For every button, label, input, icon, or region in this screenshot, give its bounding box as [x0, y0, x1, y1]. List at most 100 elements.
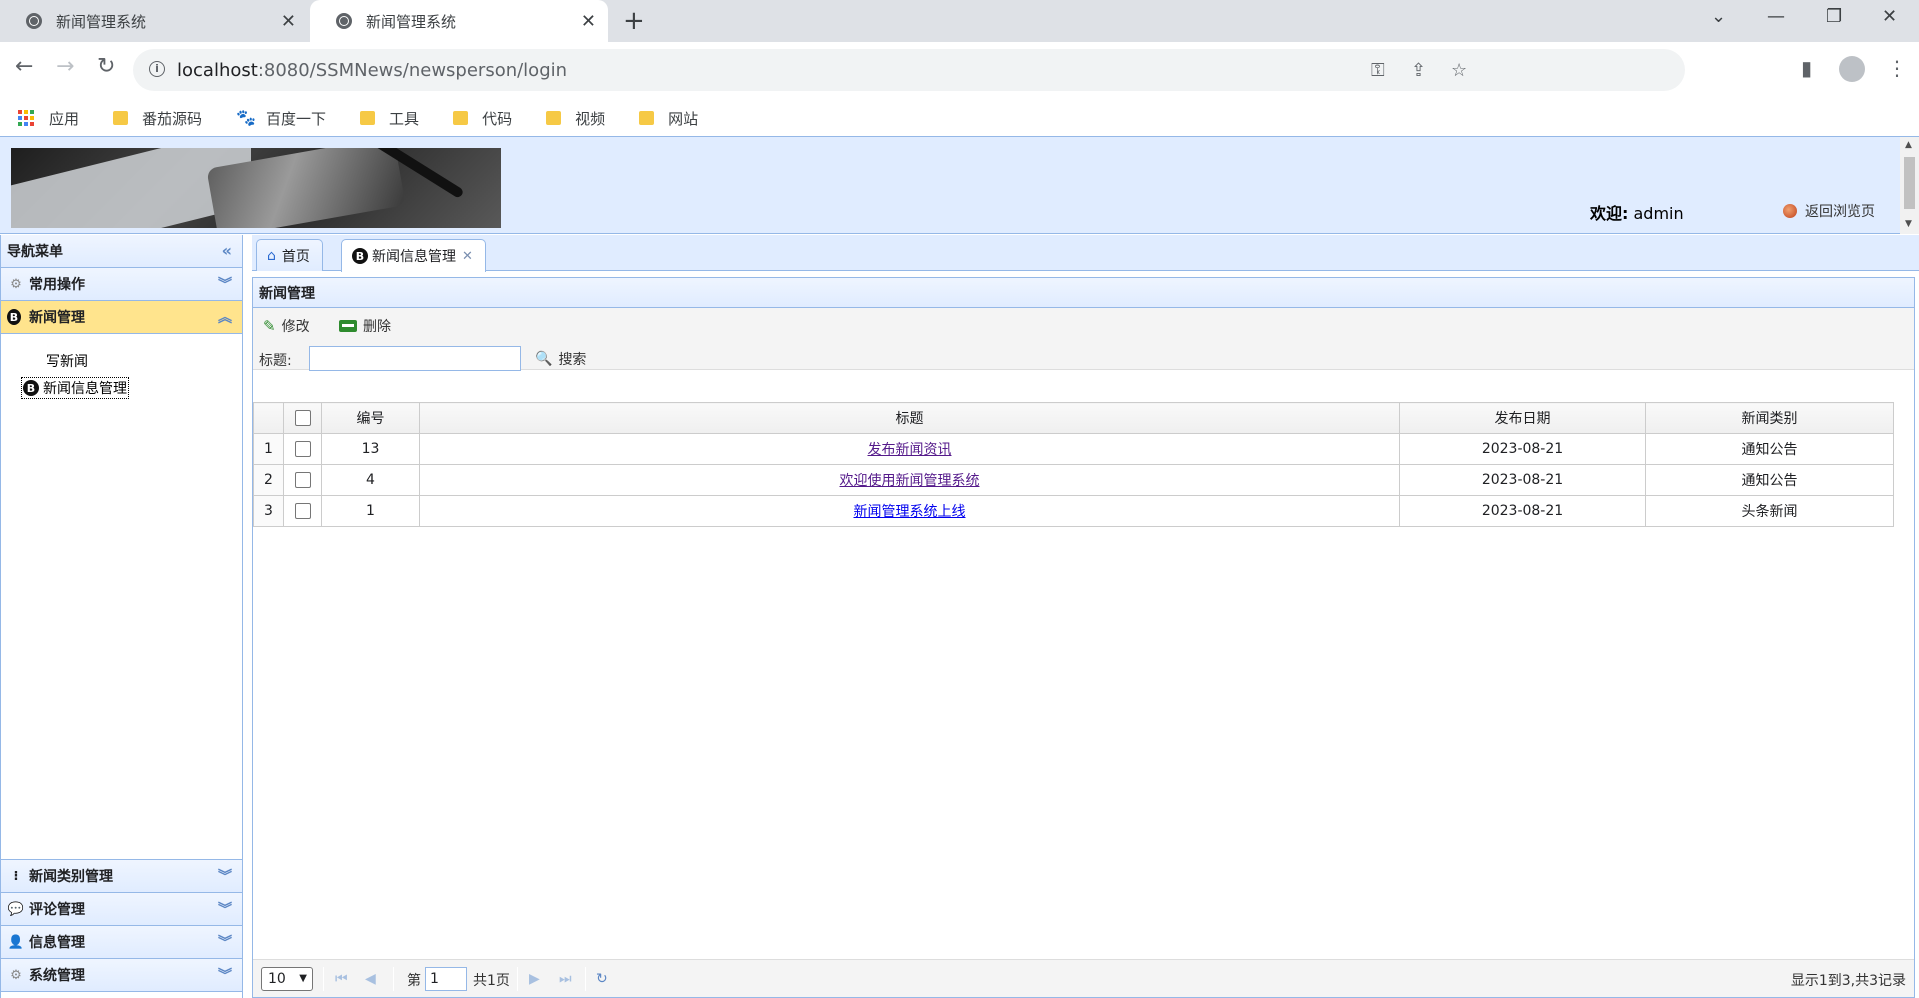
reload-icon[interactable]: ↻ — [97, 54, 115, 79]
nav-item-write-news[interactable]: 写新闻 — [46, 351, 88, 371]
page-scrollbar[interactable]: ▲ ▼ — [1900, 137, 1919, 234]
browser-tab-1[interactable]: 新闻管理系统 ✕ — [0, 0, 308, 42]
bookmark-baidu[interactable]: 🐾 百度一下 — [236, 108, 326, 129]
page-size-value: 10 — [268, 971, 286, 987]
tab-news-info-manage[interactable]: B 新闻信息管理 ✕ — [341, 239, 486, 272]
new-tab-button[interactable]: + — [623, 6, 645, 36]
forward-arrow-icon[interactable]: → — [56, 54, 74, 79]
page-size-select[interactable]: 10 ▼ — [261, 967, 313, 991]
key-icon[interactable]: ⚿ — [1371, 60, 1385, 81]
expand-down-icon[interactable]: ︾ — [218, 899, 232, 919]
bookmark-folder[interactable]: 视频 — [546, 108, 605, 129]
scrollbar-thumb[interactable] — [1904, 157, 1915, 209]
last-page-icon[interactable]: ⏭ — [559, 971, 572, 987]
collapse-up-icon[interactable]: ︽ — [218, 307, 232, 327]
profile-avatar[interactable] — [1839, 56, 1865, 82]
scroll-up-icon[interactable]: ▲ — [1905, 140, 1912, 150]
close-tab-icon[interactable]: ✕ — [281, 11, 296, 32]
page-number-input[interactable]: 1 — [425, 967, 467, 991]
restore-button[interactable]: ❐ — [1826, 6, 1842, 27]
table-row[interactable]: 3 1 新闻管理系统上线 2023-08-21 头条新闻 — [253, 495, 1894, 527]
back-to-browse-link[interactable]: 返回浏览页 — [1783, 201, 1875, 221]
nav-section-system[interactable]: ⚙ 系统管理 ︾ — [1, 959, 242, 992]
nav-section-label: 新闻类别管理 — [29, 869, 113, 885]
address-bar[interactable]: i localhost:8080/SSMNews/newsperson/logi… — [133, 49, 1685, 91]
prev-page-icon[interactable]: ◀ — [365, 971, 376, 987]
next-page-icon[interactable]: ▶ — [529, 971, 540, 987]
delete-button[interactable]: 删除 — [339, 316, 391, 336]
bookmark-folder[interactable]: 番茄源码 — [113, 108, 202, 129]
bookmark-star-icon[interactable]: ☆ — [1451, 60, 1467, 81]
tab-home[interactable]: ⌂ 首页 — [256, 239, 323, 271]
select-all-checkbox[interactable] — [294, 410, 311, 426]
edit-button[interactable]: ✎ 修改 — [263, 316, 310, 336]
browser-tab-2[interactable]: 新闻管理系统 ✕ — [310, 0, 608, 42]
nav-section-comment[interactable]: 💬 评论管理 ︾ — [1, 893, 242, 926]
folder-icon — [453, 111, 469, 125]
expand-down-icon[interactable]: ︾ — [218, 866, 232, 886]
cell-date: 2023-08-21 — [1399, 495, 1646, 527]
row-checkbox[interactable] — [294, 472, 311, 488]
panel-tabs: ⌂ 首页 B 新闻信息管理 ✕ — [252, 235, 1919, 272]
search-button[interactable]: 🔍 搜索 — [535, 349, 586, 369]
tab-search-chevron-icon[interactable]: ⌄ — [1711, 6, 1726, 27]
row-checkbox[interactable] — [294, 441, 311, 457]
nav-section-common[interactable]: ⚙ 常用操作 ︾ — [1, 268, 242, 301]
nav-section-label: 新闻管理 — [29, 310, 85, 326]
news-title-link[interactable]: 新闻管理系统上线 — [854, 504, 966, 520]
column-header-title[interactable]: 标题 — [419, 402, 1400, 434]
news-title-link[interactable]: 欢迎使用新闻管理系统 — [840, 473, 980, 489]
pencil-icon: ✎ — [263, 317, 276, 335]
blog-b-icon: B — [7, 308, 25, 326]
nav-section-info[interactable]: 👤 信息管理 ︾ — [1, 926, 242, 959]
pagination-bar: 10 ▼ ⏮ ◀ 第 1 共1页 ▶ ⏭ ↻ 显示1到3,共3记录 — [253, 959, 1914, 997]
collapse-left-icon[interactable]: « — [222, 241, 232, 260]
cell-id: 13 — [321, 433, 420, 465]
page-content: 欢迎: admin 返回浏览页 ▲ ▼ 导航菜单 « ⚙ 常用操作 ︾ B 新闻… — [0, 136, 1919, 998]
page-prefix-label: 第 — [407, 973, 421, 989]
search-title-input[interactable] — [309, 346, 521, 371]
bookmark-folder[interactable]: 代码 — [453, 108, 512, 129]
column-header-category[interactable]: 新闻类别 — [1645, 402, 1894, 434]
bookmark-label: 网站 — [668, 109, 699, 128]
bookmark-label: 代码 — [482, 109, 513, 128]
nav-section-label: 常用操作 — [29, 277, 85, 293]
nav-section-category[interactable]: ⁝ 新闻类别管理 ︾ — [1, 860, 242, 893]
bookmark-folder[interactable]: 工具 — [360, 108, 419, 129]
nav-item-label: 新闻信息管理 — [43, 381, 127, 397]
nav-item-news-info-manage[interactable]: B 新闻信息管理 — [21, 377, 129, 399]
minimize-button[interactable]: — — [1767, 6, 1785, 27]
column-header-date[interactable]: 发布日期 — [1399, 402, 1646, 434]
first-page-icon[interactable]: ⏮ — [335, 971, 348, 987]
bookmark-folder[interactable]: 网站 — [639, 108, 698, 129]
scroll-down-icon[interactable]: ▼ — [1905, 219, 1912, 229]
bookmark-label: 百度一下 — [266, 109, 327, 128]
table-header-row: 编号 标题 发布日期 新闻类别 — [253, 402, 1894, 434]
refresh-icon[interactable]: ↻ — [596, 971, 608, 987]
nav-section-news[interactable]: B 新闻管理 ︽ — [1, 301, 242, 334]
grid-toolbar: ✎ 修改 删除 标题: 🔍 搜索 — [253, 308, 1914, 371]
column-header-id[interactable]: 编号 — [321, 402, 420, 434]
close-tab-icon[interactable]: ✕ — [462, 249, 473, 264]
site-info-icon[interactable]: i — [149, 61, 165, 77]
back-arrow-icon[interactable]: ← — [15, 54, 33, 79]
expand-down-icon[interactable]: ︾ — [218, 932, 232, 952]
expand-down-icon[interactable]: ︾ — [218, 274, 232, 294]
row-checkbox[interactable] — [294, 503, 311, 519]
table-row[interactable]: 1 13 发布新闻资讯 2023-08-21 通知公告 — [253, 433, 1894, 465]
menu-kebab-icon[interactable]: ⋮ — [1887, 56, 1907, 80]
table-row[interactable]: 2 4 欢迎使用新闻管理系统 2023-08-21 通知公告 — [253, 464, 1894, 496]
close-window-button[interactable]: ✕ — [1882, 6, 1897, 27]
close-tab-icon[interactable]: ✕ — [581, 11, 596, 32]
news-title-link[interactable]: 发布新闻资讯 — [868, 442, 952, 458]
share-icon[interactable]: ⇪ — [1411, 60, 1426, 81]
welcome-text: 欢迎: admin — [1590, 200, 1684, 224]
home-icon: ⌂ — [267, 247, 276, 264]
expand-down-icon[interactable]: ︾ — [218, 965, 232, 985]
nav-title-label: 导航菜单 — [7, 244, 63, 260]
pager-separator — [323, 967, 324, 991]
side-panel-icon[interactable]: ▮ — [1801, 56, 1812, 80]
select-all-cell — [283, 402, 322, 434]
bookmark-apps[interactable]: 应用 — [18, 108, 79, 129]
cell-title: 欢迎使用新闻管理系统 — [419, 464, 1400, 496]
